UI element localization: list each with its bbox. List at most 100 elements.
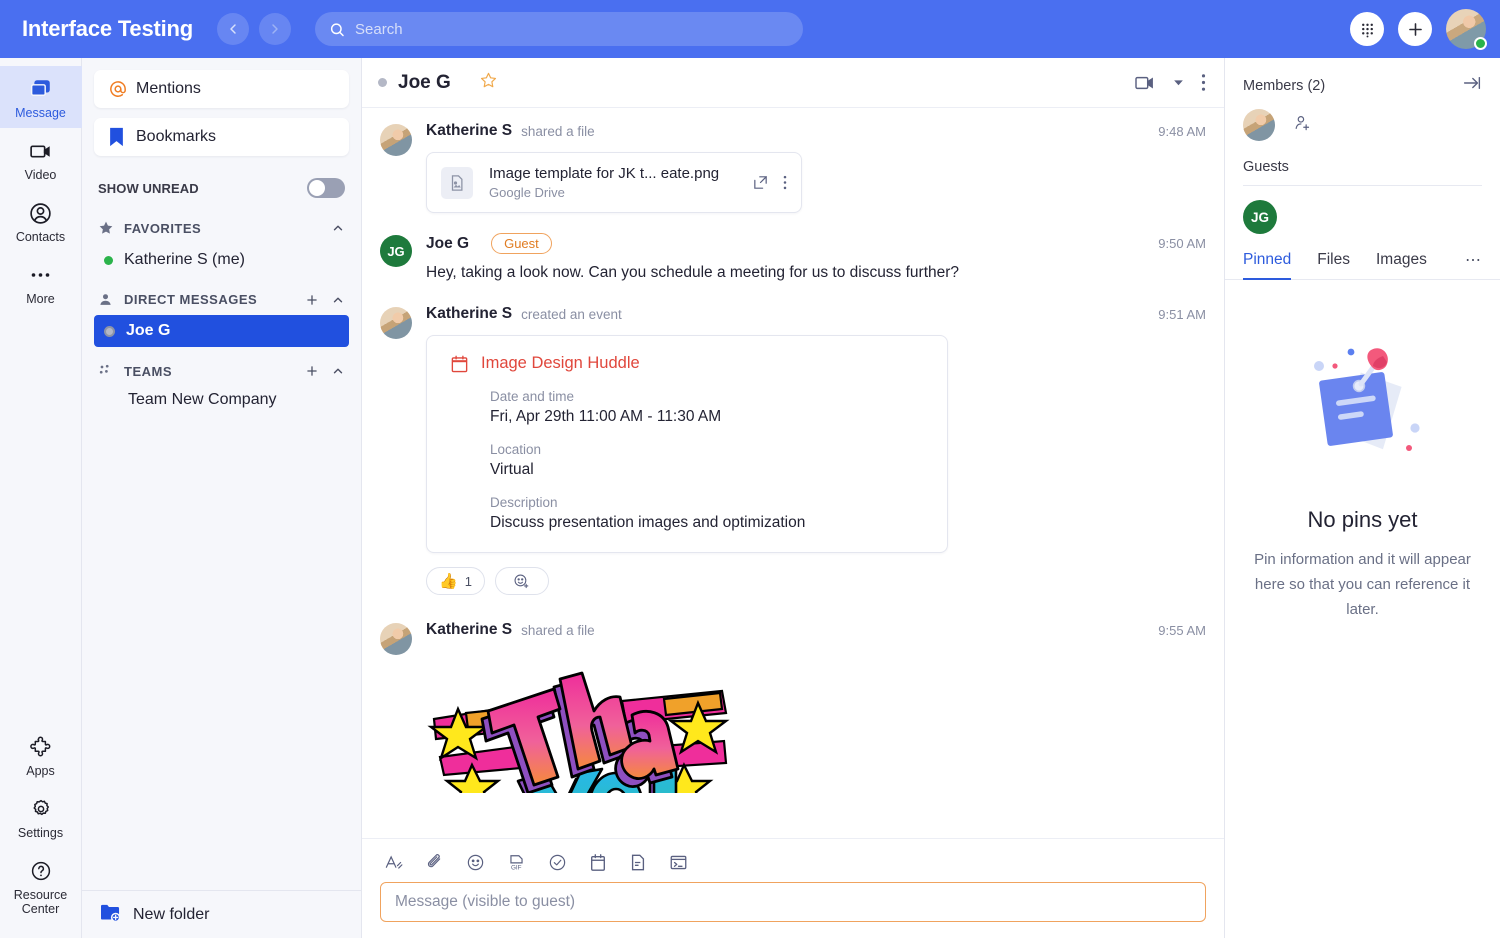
chat-panel: Joe G Katherine S shared a file 9:48 AM … (362, 58, 1225, 938)
chevron-down-icon[interactable] (1172, 76, 1185, 89)
message-input-wrapper[interactable] (380, 882, 1206, 922)
message-input[interactable] (395, 893, 1191, 911)
sidebar-conversation-joe-g[interactable]: Joe G (94, 315, 349, 347)
section-header-direct-messages[interactable]: DIRECT MESSAGES (94, 278, 349, 315)
rail-item-settings[interactable]: Settings (0, 786, 82, 848)
message-item: Katherine S shared a file 9:48 AM Image … (380, 122, 1206, 213)
calendar-icon[interactable] (589, 853, 607, 872)
favorite-star-button[interactable] (479, 71, 498, 95)
emoji-icon[interactable] (466, 853, 485, 872)
primary-nav-rail: Message Video Contacts More Apps Setting… (0, 58, 82, 938)
apps-grid-button[interactable] (1350, 12, 1384, 46)
message-item: Katherine S created an event 9:51 AM Ima… (380, 305, 1206, 595)
video-camera-icon (2, 138, 80, 164)
chevron-up-icon[interactable] (331, 364, 345, 378)
puzzle-piece-icon (2, 734, 80, 760)
message-time: 9:48 AM (1158, 123, 1206, 139)
event-field: Date and time Fri, Apr 29th 11:00 AM - 1… (451, 389, 925, 426)
kebab-menu-icon[interactable] (783, 174, 787, 191)
collapse-panel-button[interactable] (1462, 74, 1482, 97)
reaction-thumbs-up[interactable]: 👍 1 (426, 567, 485, 595)
chevron-up-icon[interactable] (331, 221, 345, 235)
task-check-icon[interactable] (548, 853, 567, 872)
message-composer: GIF (362, 838, 1224, 938)
new-folder-icon (100, 903, 121, 927)
team-dots-icon (98, 363, 124, 379)
presence-status-online (1474, 37, 1487, 50)
message-header: Katherine S shared a file 9:55 AM (426, 621, 1206, 639)
rail-item-video[interactable]: Video (0, 128, 82, 190)
chevron-up-icon[interactable] (331, 293, 345, 307)
question-circle-icon (2, 858, 80, 884)
message-author: Katherine S (426, 122, 513, 139)
search-bar[interactable] (315, 12, 804, 46)
message-body: Katherine S created an event 9:51 AM Ima… (426, 305, 1206, 595)
grid-dots-icon (1361, 23, 1373, 37)
add-button[interactable] (1398, 12, 1432, 46)
sidebar-item-mentions[interactable]: Mentions (94, 70, 349, 108)
format-text-icon[interactable] (384, 853, 403, 872)
message-action: created an event (521, 306, 622, 322)
rail-item-message[interactable]: Message (0, 66, 82, 128)
sidebar-item-bookmarks[interactable]: Bookmarks (94, 118, 349, 156)
tab-pinned[interactable]: Pinned (1243, 251, 1292, 280)
show-unread-row: SHOW UNREAD (94, 166, 349, 206)
section-header-favorites[interactable]: FAVORITES (94, 206, 349, 244)
tab-files[interactable]: Files (1317, 251, 1350, 280)
message-author: Katherine S (426, 305, 513, 322)
note-icon[interactable] (629, 853, 647, 872)
person-circle-icon (2, 200, 80, 226)
show-unread-toggle[interactable] (307, 178, 345, 198)
event-field: Location Virtual (451, 442, 925, 479)
forward-button[interactable] (259, 13, 292, 45)
reaction-count: 1 (464, 573, 472, 589)
rail-item-resource-center[interactable]: Resource Center (0, 848, 82, 924)
kebab-menu-icon[interactable] (1201, 73, 1206, 92)
gif-icon[interactable]: GIF (507, 853, 526, 872)
rail-label: Resource Center (13, 888, 68, 916)
back-button[interactable] (217, 13, 250, 45)
sidebar-bookmarks-label: Bookmarks (136, 128, 217, 145)
empty-state-title: No pins yet (1307, 507, 1418, 532)
nav-arrows (217, 13, 292, 45)
top-bar: Interface Testing (0, 0, 1500, 58)
section-header-teams[interactable]: TEAMS (94, 349, 349, 387)
rail-item-apps[interactable]: Apps (0, 724, 82, 786)
empty-state-pinned: No pins yet Pin information and it will … (1225, 280, 1500, 622)
tab-images[interactable]: Images (1376, 251, 1427, 280)
add-reaction-button[interactable] (494, 567, 549, 595)
conversation-label: Joe G (126, 322, 171, 339)
plus-icon[interactable] (305, 293, 319, 307)
guest-avatar-jg[interactable]: JG (1243, 200, 1277, 234)
message-list: Katherine S shared a file 9:48 AM Image … (362, 108, 1224, 838)
open-external-icon[interactable] (752, 174, 769, 191)
event-card[interactable]: Image Design Huddle Date and time Fri, A… (426, 335, 948, 553)
composer-toolbar: GIF (380, 849, 1206, 882)
add-emoji-icon (514, 574, 529, 588)
plus-icon[interactable] (305, 364, 319, 378)
user-avatar[interactable] (1446, 9, 1487, 50)
members-list (1225, 97, 1500, 141)
sidebar-conversation-katherine[interactable]: Katherine S (me) (94, 244, 349, 276)
message-author: Katherine S (426, 621, 513, 638)
attachment-icon[interactable] (425, 853, 444, 872)
sidebar-team-new-company[interactable]: Team New Company (94, 387, 349, 413)
image-attachment-thank-you[interactable] (426, 653, 736, 793)
member-avatar[interactable] (1243, 109, 1275, 141)
section-actions (305, 364, 345, 378)
code-snippet-icon[interactable] (669, 853, 688, 872)
event-title-row: Image Design Huddle (451, 354, 925, 373)
add-member-button[interactable] (1293, 113, 1312, 137)
event-field-value: Discuss presentation images and optimiza… (490, 514, 806, 531)
details-tabs: Pinned Files Images ⋯ (1225, 234, 1500, 280)
tabs-overflow-button[interactable]: ⋯ (1465, 250, 1482, 279)
video-camera-icon[interactable] (1134, 74, 1156, 92)
file-attachment-card[interactable]: Image template for JK t... eate.png Goog… (426, 152, 802, 213)
rail-item-contacts[interactable]: Contacts (0, 190, 82, 252)
event-field-value: Virtual (490, 461, 534, 478)
rail-item-more[interactable]: More (0, 252, 82, 314)
guests-label: Guests (1243, 159, 1289, 175)
search-input[interactable] (355, 20, 790, 38)
new-folder-button[interactable]: New folder (82, 890, 361, 938)
divider (1243, 185, 1482, 186)
